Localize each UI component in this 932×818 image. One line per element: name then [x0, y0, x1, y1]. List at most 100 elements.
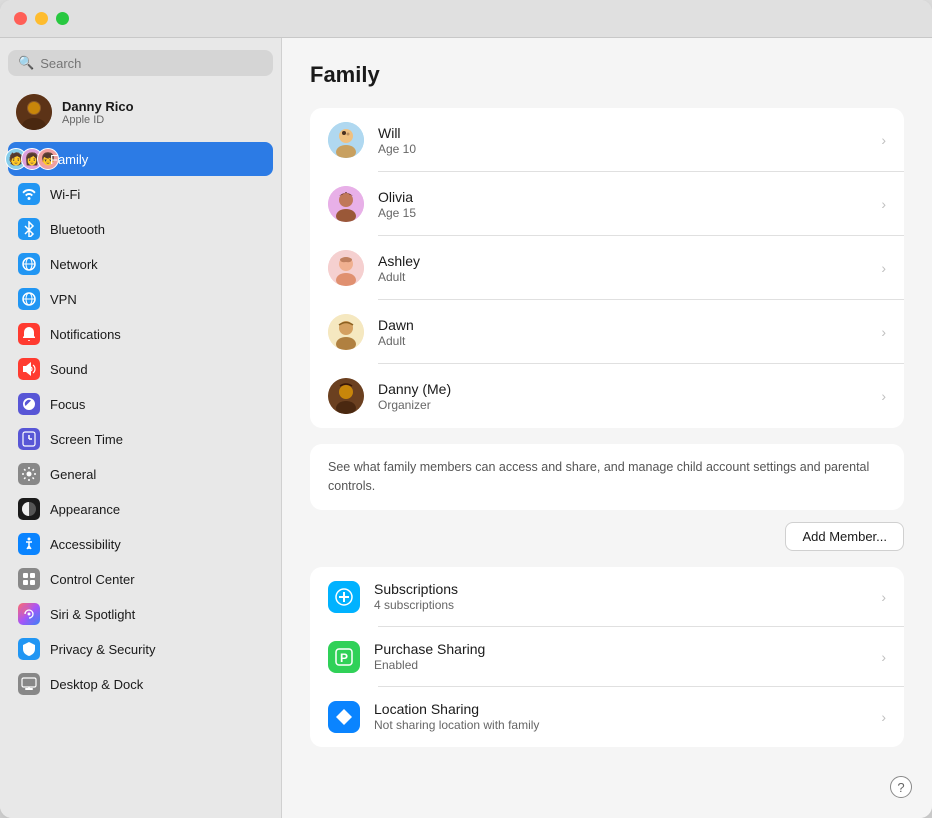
dawn-sub: Adult — [378, 334, 873, 348]
dawn-info: Dawn Adult — [378, 317, 873, 348]
sidebar-item-accessibility[interactable]: Accessibility — [8, 527, 273, 561]
purchase-info: Purchase Sharing Enabled — [374, 641, 873, 672]
add-member-button[interactable]: Add Member... — [785, 522, 904, 551]
vpn-label: VPN — [50, 292, 77, 307]
will-info: Will Age 10 — [378, 125, 873, 156]
network-icon — [18, 253, 40, 275]
sidebar-item-network[interactable]: Network — [8, 247, 273, 281]
accessibility-icon — [18, 533, 40, 555]
sidebar-item-family[interactable]: 🧑 👩 👦 Family — [8, 142, 273, 176]
dawn-avatar — [328, 314, 364, 350]
family-icon: 🧑 👩 👦 — [18, 148, 40, 170]
subscriptions-chevron: › — [881, 589, 886, 605]
service-row-location[interactable]: Location Sharing Not sharing location wi… — [310, 687, 904, 747]
sidebar: 🔍 Danny Rico Apple ID — [0, 38, 282, 818]
ashley-avatar — [328, 250, 364, 286]
screentime-icon — [18, 428, 40, 450]
sidebar-item-appearance[interactable]: Appearance — [8, 492, 273, 526]
wifi-icon — [18, 183, 40, 205]
user-profile[interactable]: Danny Rico Apple ID — [8, 88, 273, 136]
member-row-ashley[interactable]: Ashley Adult › — [310, 236, 904, 300]
vpn-icon — [18, 288, 40, 310]
sidebar-item-general[interactable]: General — [8, 457, 273, 491]
subscriptions-info: Subscriptions 4 subscriptions — [374, 581, 873, 612]
will-avatar — [328, 122, 364, 158]
focus-icon — [18, 393, 40, 415]
notifications-icon — [18, 323, 40, 345]
danny-sub: Organizer — [378, 398, 873, 412]
general-label: General — [50, 467, 96, 482]
will-sub: Age 10 — [378, 142, 873, 156]
siri-label: Siri & Spotlight — [50, 607, 135, 622]
purchase-sub: Enabled — [374, 658, 873, 672]
service-row-purchase[interactable]: P Purchase Sharing Enabled › — [310, 627, 904, 687]
sidebar-item-controlcenter[interactable]: Control Center — [8, 562, 273, 596]
svg-text:P: P — [340, 651, 348, 665]
screentime-label: Screen Time — [50, 432, 123, 447]
network-label: Network — [50, 257, 98, 272]
focus-label: Focus — [50, 397, 85, 412]
controlcenter-label: Control Center — [50, 572, 135, 587]
olivia-sub: Age 15 — [378, 206, 873, 220]
notifications-label: Notifications — [50, 327, 121, 342]
ashley-info: Ashley Adult — [378, 253, 873, 284]
close-button[interactable] — [14, 12, 27, 25]
sound-icon — [18, 358, 40, 380]
user-info: Danny Rico Apple ID — [62, 99, 134, 126]
appearance-icon — [18, 498, 40, 520]
olivia-avatar — [328, 186, 364, 222]
member-row-will[interactable]: Will Age 10 › — [310, 108, 904, 172]
sidebar-item-desktop[interactable]: Desktop & Dock — [8, 667, 273, 701]
search-bar[interactable]: 🔍 — [8, 50, 273, 76]
accessibility-label: Accessibility — [50, 537, 121, 552]
olivia-info: Olivia Age 15 — [378, 189, 873, 220]
sidebar-item-siri[interactable]: Siri & Spotlight — [8, 597, 273, 631]
danny-info: Danny (Me) Organizer — [378, 381, 873, 412]
sidebar-item-focus[interactable]: Focus — [8, 387, 273, 421]
location-name: Location Sharing — [374, 701, 873, 717]
members-card: Will Age 10 › — [310, 108, 904, 428]
avatar — [16, 94, 52, 130]
privacy-label: Privacy & Security — [50, 642, 155, 657]
location-sub: Not sharing location with family — [374, 718, 873, 732]
dawn-name: Dawn — [378, 317, 873, 333]
sidebar-item-screentime[interactable]: Screen Time — [8, 422, 273, 456]
ashley-sub: Adult — [378, 270, 873, 284]
description-text: See what family members can access and s… — [328, 458, 886, 496]
user-subtitle: Apple ID — [62, 114, 134, 126]
olivia-chevron: › — [881, 196, 886, 212]
purchase-name: Purchase Sharing — [374, 641, 873, 657]
desktop-label: Desktop & Dock — [50, 677, 143, 692]
help-button[interactable]: ? — [890, 776, 912, 798]
location-chevron: › — [881, 709, 886, 725]
ashley-chevron: › — [881, 260, 886, 276]
sidebar-item-bluetooth[interactable]: Bluetooth — [8, 212, 273, 246]
add-member-row: Add Member... — [310, 522, 904, 551]
maximize-button[interactable] — [56, 12, 69, 25]
bluetooth-icon — [18, 218, 40, 240]
member-row-olivia[interactable]: Olivia Age 15 › — [310, 172, 904, 236]
content-area: 🔍 Danny Rico Apple ID — [0, 38, 932, 818]
sidebar-item-notifications[interactable]: Notifications — [8, 317, 273, 351]
settings-window: 🔍 Danny Rico Apple ID — [0, 0, 932, 818]
danny-name: Danny (Me) — [378, 381, 873, 397]
titlebar — [0, 0, 932, 38]
member-row-dawn[interactable]: Dawn Adult › — [310, 300, 904, 364]
olivia-name: Olivia — [378, 189, 873, 205]
page-title: Family — [310, 62, 904, 88]
search-input[interactable] — [40, 56, 263, 71]
minimize-button[interactable] — [35, 12, 48, 25]
wifi-label: Wi-Fi — [50, 187, 80, 202]
sidebar-item-wifi[interactable]: Wi-Fi — [8, 177, 273, 211]
family-label: Family — [50, 152, 88, 167]
service-row-subscriptions[interactable]: Subscriptions 4 subscriptions › — [310, 567, 904, 627]
appearance-label: Appearance — [50, 502, 120, 517]
sidebar-item-privacy[interactable]: Privacy & Security — [8, 632, 273, 666]
sidebar-item-vpn[interactable]: VPN — [8, 282, 273, 316]
sidebar-item-sound[interactable]: Sound — [8, 352, 273, 386]
purchase-chevron: › — [881, 649, 886, 665]
search-icon: 🔍 — [18, 55, 34, 71]
member-row-danny[interactable]: Danny (Me) Organizer › — [310, 364, 904, 428]
subscriptions-icon — [328, 581, 360, 613]
controlcenter-icon — [18, 568, 40, 590]
